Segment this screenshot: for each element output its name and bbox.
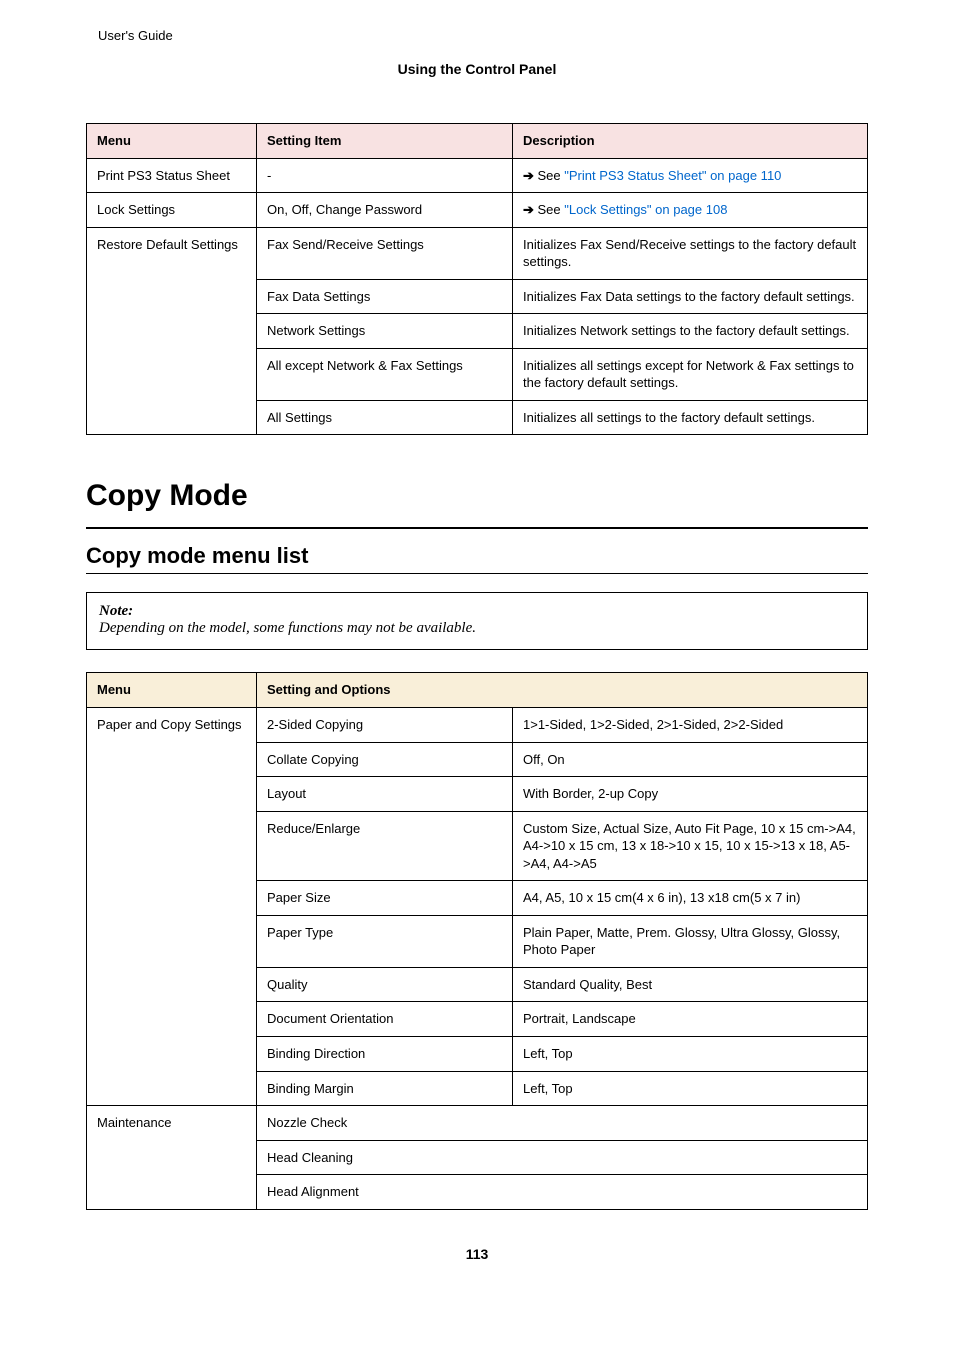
cell-setting: Fax Send/Receive Settings: [257, 227, 513, 279]
cell-setting: Binding Direction: [257, 1037, 513, 1072]
note-box: Note: Depending on the model, some funct…: [86, 592, 868, 650]
cell-setting: Nozzle Check: [257, 1106, 868, 1141]
col-description: Description: [513, 124, 868, 159]
cell-options: 1>1-Sided, 1>2-Sided, 2>1-Sided, 2>2-Sid…: [513, 708, 868, 743]
cell-options: Plain Paper, Matte, Prem. Glossy, Ultra …: [513, 915, 868, 967]
cell-options: Left, Top: [513, 1037, 868, 1072]
note-body: Depending on the model, some functions m…: [99, 620, 855, 637]
cell-setting: Quality: [257, 967, 513, 1002]
divider: [86, 527, 868, 529]
cell-setting: Fax Data Settings: [257, 279, 513, 314]
link-ps3-status[interactable]: "Print PS3 Status Sheet" on page 110: [564, 168, 781, 183]
cell-desc: ➔ See "Print PS3 Status Sheet" on page 1…: [513, 158, 868, 193]
cell-setting: Binding Margin: [257, 1071, 513, 1106]
cell-menu: Maintenance: [87, 1106, 257, 1210]
see-text: See: [538, 168, 565, 183]
cell-setting: -: [257, 158, 513, 193]
table-header-row: Menu Setting and Options: [87, 673, 868, 708]
cell-desc: ➔ See "Lock Settings" on page 108: [513, 193, 868, 228]
table-row: Maintenance Nozzle Check: [87, 1106, 868, 1141]
settings-table-1: Menu Setting Item Description Print PS3 …: [86, 123, 868, 435]
col-menu: Menu: [87, 124, 257, 159]
table-row: Print PS3 Status Sheet - ➔ See "Print PS…: [87, 158, 868, 193]
cell-options: Custom Size, Actual Size, Auto Fit Page,…: [513, 811, 868, 881]
heading-copy-mode: Copy Mode: [86, 479, 868, 513]
cell-setting: Collate Copying: [257, 742, 513, 777]
cell-options: Standard Quality, Best: [513, 967, 868, 1002]
cell-options: Portrait, Landscape: [513, 1002, 868, 1037]
cell-desc: Initializes Network settings to the fact…: [513, 314, 868, 349]
note-title: Note:: [99, 603, 855, 620]
cell-desc: Initializes Fax Send/Receive settings to…: [513, 227, 868, 279]
page-number: 113: [86, 1246, 868, 1262]
cell-options: With Border, 2-up Copy: [513, 777, 868, 812]
table-row: Restore Default Settings Fax Send/Receiv…: [87, 227, 868, 279]
chapter-label: Using the Control Panel: [86, 61, 868, 77]
cell-setting: Head Cleaning: [257, 1140, 868, 1175]
cell-desc: Initializes all settings to the factory …: [513, 400, 868, 435]
cell-options: Left, Top: [513, 1071, 868, 1106]
cell-setting: On, Off, Change Password: [257, 193, 513, 228]
cell-setting: Layout: [257, 777, 513, 812]
divider: [86, 573, 868, 574]
see-text: See: [538, 202, 565, 217]
col-setting-options: Setting and Options: [257, 673, 868, 708]
cell-menu: Print PS3 Status Sheet: [87, 158, 257, 193]
col-menu: Menu: [87, 673, 257, 708]
table-header-row: Menu Setting Item Description: [87, 124, 868, 159]
cell-setting: All except Network & Fax Settings: [257, 348, 513, 400]
arrow-icon: ➔: [523, 202, 538, 217]
cell-options: A4, A5, 10 x 15 cm(4 x 6 in), 13 x18 cm(…: [513, 881, 868, 916]
cell-setting: Network Settings: [257, 314, 513, 349]
cell-setting: Paper Size: [257, 881, 513, 916]
arrow-icon: ➔: [523, 168, 538, 183]
heading-copy-menu-list: Copy mode menu list: [86, 543, 868, 569]
cell-setting: Document Orientation: [257, 1002, 513, 1037]
cell-setting: All Settings: [257, 400, 513, 435]
link-lock-settings[interactable]: "Lock Settings" on page 108: [564, 202, 727, 217]
cell-setting: Reduce/Enlarge: [257, 811, 513, 881]
cell-menu: Lock Settings: [87, 193, 257, 228]
table-row: Paper and Copy Settings 2-Sided Copying …: [87, 708, 868, 743]
cell-desc: Initializes Fax Data settings to the fac…: [513, 279, 868, 314]
cell-menu: Paper and Copy Settings: [87, 708, 257, 1106]
cell-setting: Paper Type: [257, 915, 513, 967]
cell-menu: Restore Default Settings: [87, 227, 257, 435]
cell-setting: Head Alignment: [257, 1175, 868, 1210]
cell-setting: 2-Sided Copying: [257, 708, 513, 743]
cell-options: Off, On: [513, 742, 868, 777]
cell-desc: Initializes all settings except for Netw…: [513, 348, 868, 400]
col-setting-item: Setting Item: [257, 124, 513, 159]
table-row: Lock Settings On, Off, Change Password ➔…: [87, 193, 868, 228]
settings-table-2: Menu Setting and Options Paper and Copy …: [86, 672, 868, 1209]
running-head: User's Guide: [98, 28, 868, 43]
